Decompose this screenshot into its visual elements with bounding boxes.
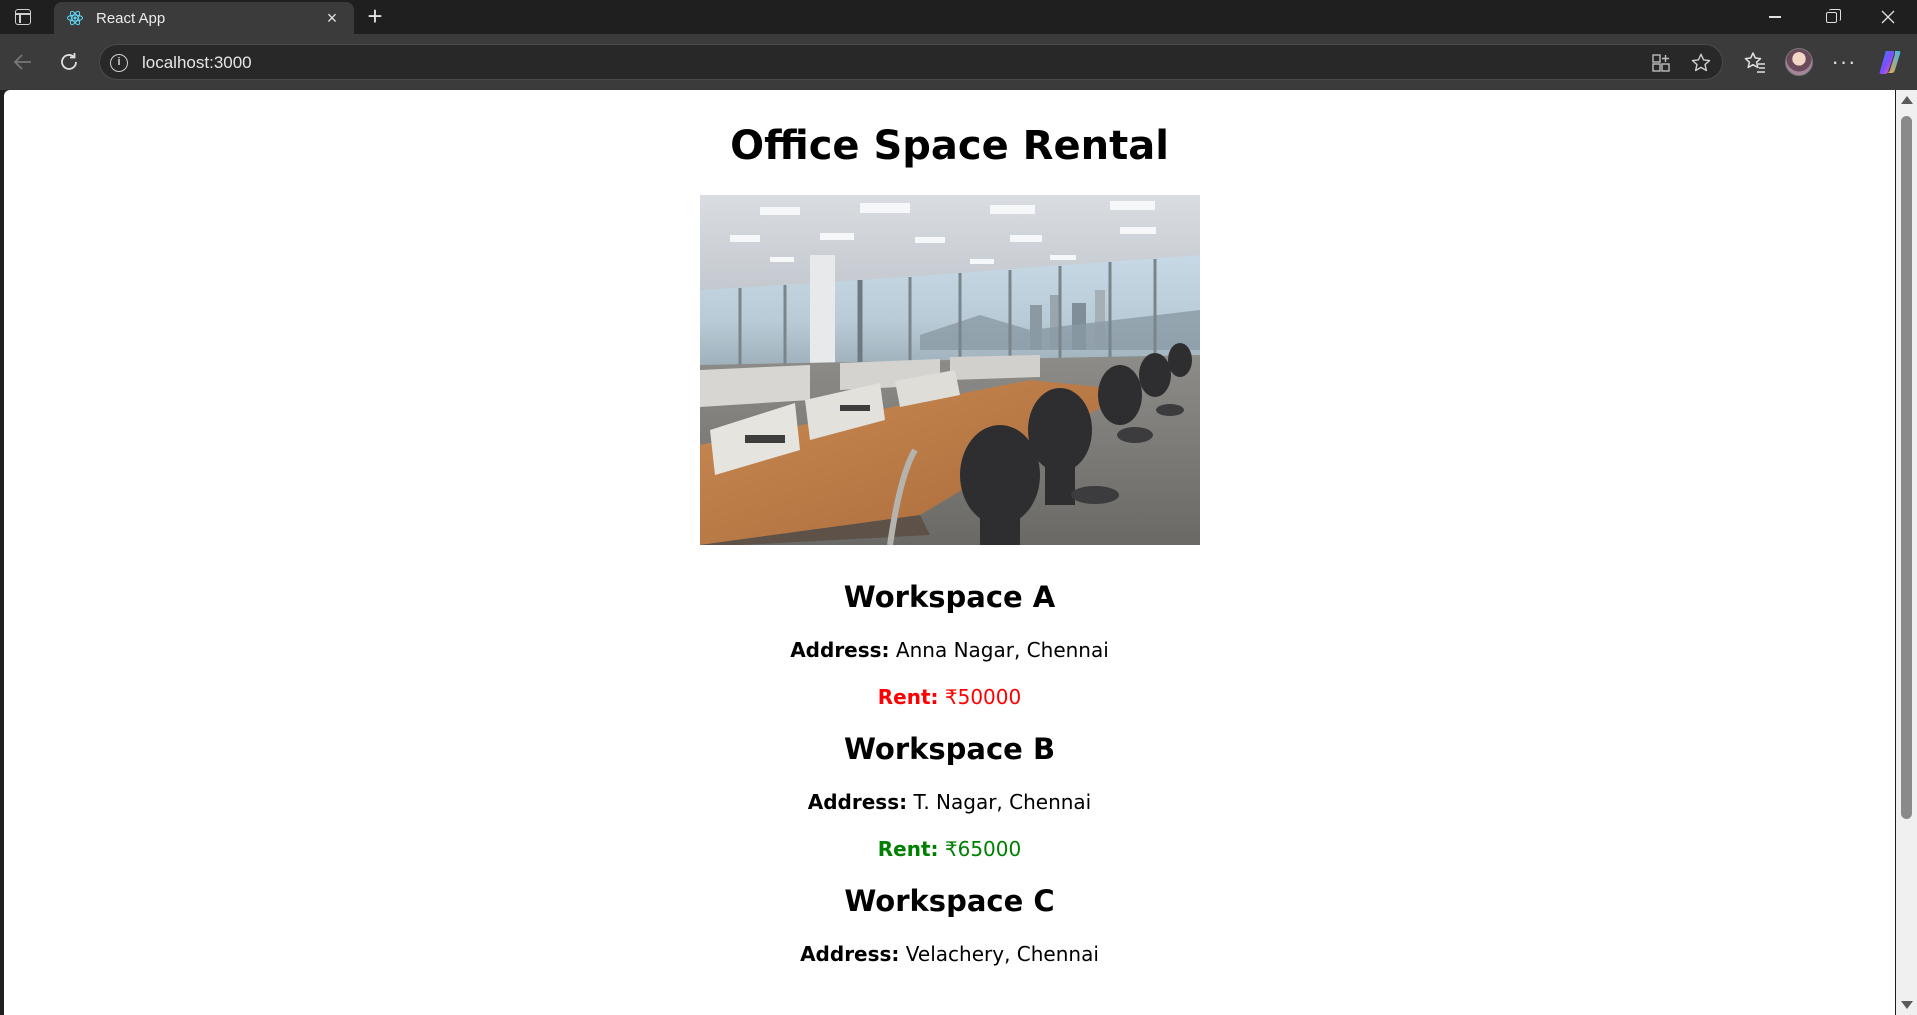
workspace-rent: Rent: ₹65000	[4, 837, 1895, 861]
address-value: T. Nagar, Chennai	[913, 790, 1092, 814]
office-image	[699, 195, 1200, 545]
workspace-name: Workspace A	[843, 580, 1056, 614]
workspace-rent: Rent: ₹50000	[4, 685, 1895, 709]
address-label: Address:	[800, 942, 900, 966]
favorites-icon[interactable]	[1739, 46, 1771, 78]
profile-avatar[interactable]	[1783, 46, 1815, 78]
title-bar: React App × +	[0, 0, 1917, 34]
close-icon[interactable]: ×	[322, 8, 342, 28]
workspace-card-a: Workspace A Address: Anna Nagar, Chennai…	[4, 579, 1895, 709]
restore-icon[interactable]	[1803, 0, 1859, 34]
tab-actions-icon[interactable]	[8, 4, 38, 30]
tab-title: React App	[96, 9, 166, 27]
workspace-address: Address: Anna Nagar, Chennai	[4, 638, 1895, 662]
rent-value: ₹50000	[944, 685, 1022, 709]
page-viewport: Office Space Rental Workspace A Address:…	[4, 90, 1895, 1015]
reload-icon[interactable]	[51, 44, 87, 80]
apps-icon[interactable]	[1650, 52, 1672, 74]
address-label: Address:	[807, 790, 908, 814]
page-title: Office Space Rental	[730, 123, 1169, 169]
address-bar[interactable]: i localhost:3000	[99, 44, 1723, 80]
back-arrow-icon[interactable]	[5, 44, 41, 80]
address-value: Anna Nagar, Chennai	[895, 638, 1109, 662]
address-label: Address:	[790, 638, 890, 662]
avatar	[1785, 48, 1813, 76]
window-close-icon[interactable]	[1860, 0, 1916, 34]
workspace-name: Workspace C	[844, 884, 1055, 918]
workspace-name: Workspace B	[843, 732, 1056, 766]
react-icon	[67, 10, 83, 26]
url-text[interactable]: localhost:3000	[142, 53, 252, 73]
workspace-card-b: Workspace B Address: T. Nagar, Chennai R…	[4, 731, 1895, 861]
star-icon[interactable]	[1690, 52, 1712, 74]
workspace-address: Address: T. Nagar, Chennai	[4, 790, 1895, 814]
scroll-up-arrow-icon[interactable]	[1901, 96, 1913, 104]
plus-icon[interactable]: +	[362, 3, 388, 30]
office-rental-page: Office Space Rental Workspace A Address:…	[4, 90, 1895, 966]
scrollbar-thumb[interactable]	[1901, 116, 1912, 819]
info-icon[interactable]: i	[110, 54, 128, 72]
address-value: Velachery, Chennai	[905, 942, 1099, 966]
copilot-icon[interactable]	[1874, 46, 1906, 78]
more-icon[interactable]: ···	[1828, 46, 1860, 78]
workspace-card-c: Workspace C Address: Velachery, Chennai	[4, 883, 1895, 966]
vertical-scrollbar[interactable]	[1896, 90, 1917, 1015]
rent-label: Rent:	[877, 837, 939, 861]
tab-react-app[interactable]: React App ×	[54, 2, 354, 34]
scroll-down-arrow-icon[interactable]	[1901, 1001, 1913, 1009]
workspace-address: Address: Velachery, Chennai	[4, 942, 1895, 966]
minimize-icon[interactable]	[1747, 0, 1803, 34]
rent-value: ₹65000	[944, 837, 1022, 861]
browser-toolbar: i localhost:3000 ···	[0, 34, 1917, 90]
rent-label: Rent:	[877, 685, 939, 709]
